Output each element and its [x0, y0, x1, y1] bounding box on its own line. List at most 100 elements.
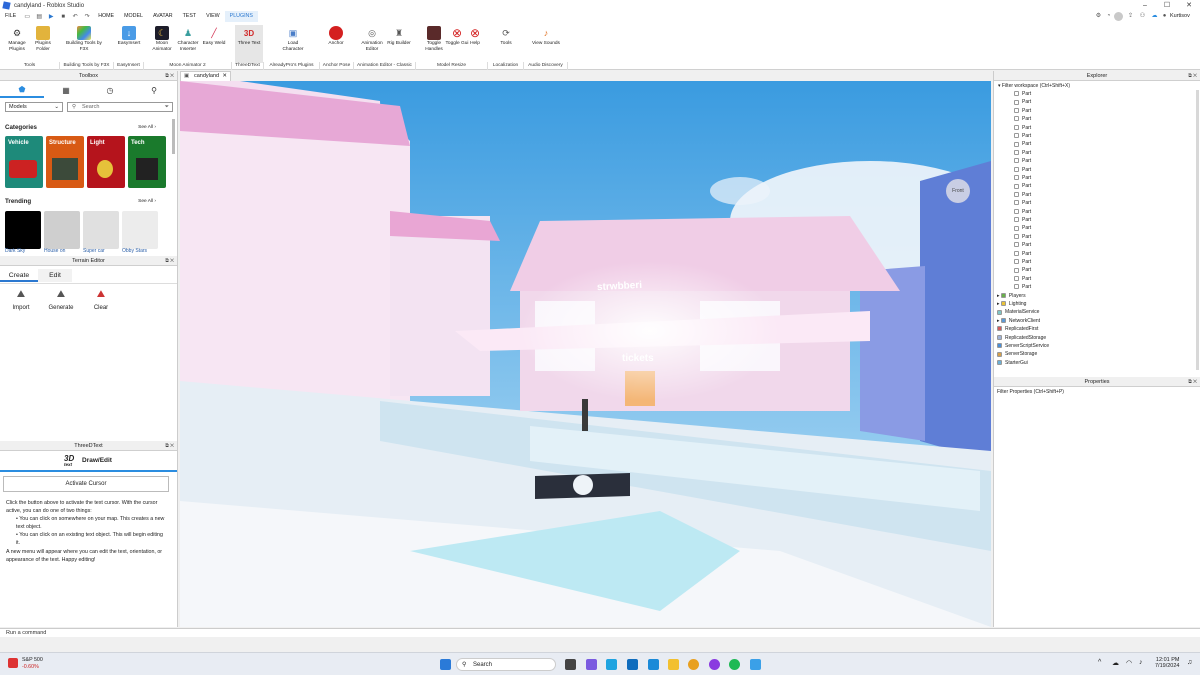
anchor-button[interactable]: Anchor [322, 25, 350, 63]
settings-icon[interactable]: ⚙ [1094, 12, 1103, 21]
explorer-service-row[interactable]: ReplicatedStorage [997, 334, 1046, 342]
play-icon[interactable]: ▶ [47, 13, 55, 20]
explorer-part-row[interactable]: Part [1014, 191, 1031, 199]
toolbox-search-input[interactable]: ⚲ Search ⏷ [67, 102, 173, 112]
three-text-button[interactable]: 3D Three Text [235, 25, 263, 63]
explorer-service-row[interactable]: ServerScriptService [997, 342, 1049, 350]
panel-close-icon[interactable]: ⧉ ✕ [165, 71, 174, 81]
open-icon[interactable]: ▤ [35, 13, 43, 20]
trending-label[interactable]: Super car [83, 248, 105, 254]
menu-model[interactable]: MODEL [119, 11, 148, 22]
explorer-part-row[interactable]: Part [1014, 266, 1031, 274]
undo-icon[interactable]: ↶ [71, 13, 79, 20]
chrome-icon[interactable] [688, 659, 699, 670]
wifi-icon[interactable]: ◠ [1126, 659, 1132, 667]
explorer-service-row[interactable]: ServerStorage [997, 350, 1037, 358]
viewport-tab[interactable]: ▣ candyland ✕ [180, 71, 231, 81]
teams-icon[interactable] [627, 659, 638, 670]
panel-close-icon[interactable]: ⧉ ✕ [165, 441, 174, 451]
category-tech[interactable]: Tech [128, 136, 166, 188]
view-cube[interactable]: Front [946, 179, 970, 203]
explorer-filter-input[interactable]: ▾ Filter workspace (Ctrl+Shift+X) [994, 82, 1198, 90]
trending-item[interactable] [122, 211, 158, 249]
redo-icon[interactable]: ↷ [83, 13, 91, 20]
animation-editor-button[interactable]: ◎ Animation Editor [358, 25, 386, 63]
building-tools-button[interactable]: Building Tools by F3X [66, 25, 102, 63]
user-icon[interactable]: ● [1160, 12, 1169, 21]
explorer-part-row[interactable]: Part [1014, 241, 1031, 249]
menu-avatar[interactable]: AVATAR [148, 11, 178, 22]
explorer-service-row[interactable]: MaterialService [997, 308, 1039, 316]
volume-icon[interactable]: ♪ [1139, 659, 1143, 666]
explorer-part-row[interactable]: Part [1014, 224, 1031, 232]
edge-icon[interactable] [606, 659, 617, 670]
username[interactable]: Kurtisov [1170, 12, 1190, 21]
tab-recent[interactable]: ◷ [88, 82, 132, 98]
close-tab-icon[interactable]: ✕ [222, 72, 227, 81]
trending-see-all[interactable]: See All › [138, 199, 156, 204]
stock-name[interactable]: S&P 500 [22, 657, 43, 663]
3d-viewport[interactable]: strwbberi tickets Front [180, 81, 991, 627]
cloud-icon[interactable]: ☁ [1112, 659, 1119, 667]
chevron-up-icon[interactable]: ^ [1098, 659, 1101, 666]
tab-creations[interactable]: ⚲ [132, 82, 176, 98]
trending-item[interactable] [44, 211, 80, 249]
explorer-part-row[interactable]: Part [1014, 149, 1031, 157]
explorer-part-row[interactable]: Part [1014, 124, 1031, 132]
taskbar-search-input[interactable]: ⚲ Search [456, 658, 556, 671]
explorer-part-row[interactable]: Part [1014, 182, 1031, 190]
explorer-part-row[interactable]: Part [1014, 250, 1031, 258]
explorer-part-row[interactable]: Part [1014, 107, 1031, 115]
explorer-service-row[interactable]: ▸ NetworkClient [997, 317, 1040, 325]
explorer-service-row[interactable]: ▸ Lighting [997, 300, 1026, 308]
tab-inventory[interactable]: ▦ [44, 82, 88, 98]
explorer-part-row[interactable]: Part [1014, 90, 1031, 98]
file-explorer-icon[interactable] [668, 659, 679, 670]
explorer-part-row[interactable]: Part [1014, 233, 1031, 241]
view-sounds-button[interactable]: ♪ View Sounds [532, 25, 560, 63]
tab-marketplace[interactable]: ⬟ [0, 82, 44, 98]
plugins-folder-button[interactable]: Plugins Folder [29, 25, 57, 63]
store-icon[interactable] [648, 659, 659, 670]
player-character[interactable] [582, 399, 588, 431]
import-tool[interactable]: ⛰ Import [6, 289, 36, 311]
easy-weld-button[interactable]: ╱ Easy Weld [200, 25, 228, 63]
explorer-service-row[interactable]: ▸ Players [997, 292, 1026, 300]
discord-icon[interactable] [709, 659, 720, 670]
toolbox-scrollbar[interactable] [172, 119, 175, 154]
categories-see-all[interactable]: See All › [138, 125, 156, 130]
menu-home[interactable]: HOME [93, 11, 119, 22]
roblox-studio-taskbar-icon[interactable] [750, 659, 761, 670]
explorer-part-row[interactable]: Part [1014, 157, 1031, 165]
copilot-icon[interactable] [586, 659, 597, 670]
panel-close-icon[interactable]: ⧉ ✕ [1188, 377, 1197, 387]
trending-label[interactable]: Obby Stars [122, 248, 147, 254]
category-vehicle[interactable]: Vehicle [5, 136, 43, 188]
team-icon[interactable]: ⚇ [1138, 12, 1147, 21]
explorer-part-row[interactable]: Part [1014, 132, 1031, 140]
explorer-scrollbar[interactable] [1196, 90, 1199, 370]
rig-builder-button[interactable]: ♜ Rig Builder [385, 25, 413, 63]
spotify-icon[interactable] [729, 659, 740, 670]
tab-create[interactable]: Create [0, 269, 38, 282]
tab-edit[interactable]: Edit [38, 269, 72, 282]
avatar[interactable] [1114, 12, 1123, 21]
menu-plugins[interactable]: PLUGINS [224, 10, 258, 23]
maximize-button[interactable]: ☐ [1156, 0, 1178, 11]
panel-close-icon[interactable]: ⧉ ✕ [1188, 71, 1197, 81]
explorer-part-row[interactable]: Part [1014, 199, 1031, 207]
close-button[interactable]: ✕ [1178, 0, 1200, 11]
explorer-part-row[interactable]: Part [1014, 166, 1031, 174]
task-view-icon[interactable] [565, 659, 576, 670]
load-character-button[interactable]: ▣ Load Character [279, 25, 307, 63]
notification-bell-icon[interactable]: ♫ [1187, 659, 1192, 666]
explorer-part-row[interactable]: Part [1014, 258, 1031, 266]
trending-item[interactable] [83, 211, 119, 249]
help-button[interactable]: ⊗ Help [461, 25, 489, 63]
explorer-part-row[interactable]: Part [1014, 283, 1031, 291]
share-icon[interactable]: ⇪ [1126, 12, 1135, 21]
explorer-part-row[interactable]: Part [1014, 98, 1031, 106]
character-inserter-button[interactable]: ♟ Character Inserter [174, 25, 202, 63]
explorer-part-row[interactable]: Part [1014, 208, 1031, 216]
trending-label[interactable]: Dark Sky [5, 248, 25, 254]
